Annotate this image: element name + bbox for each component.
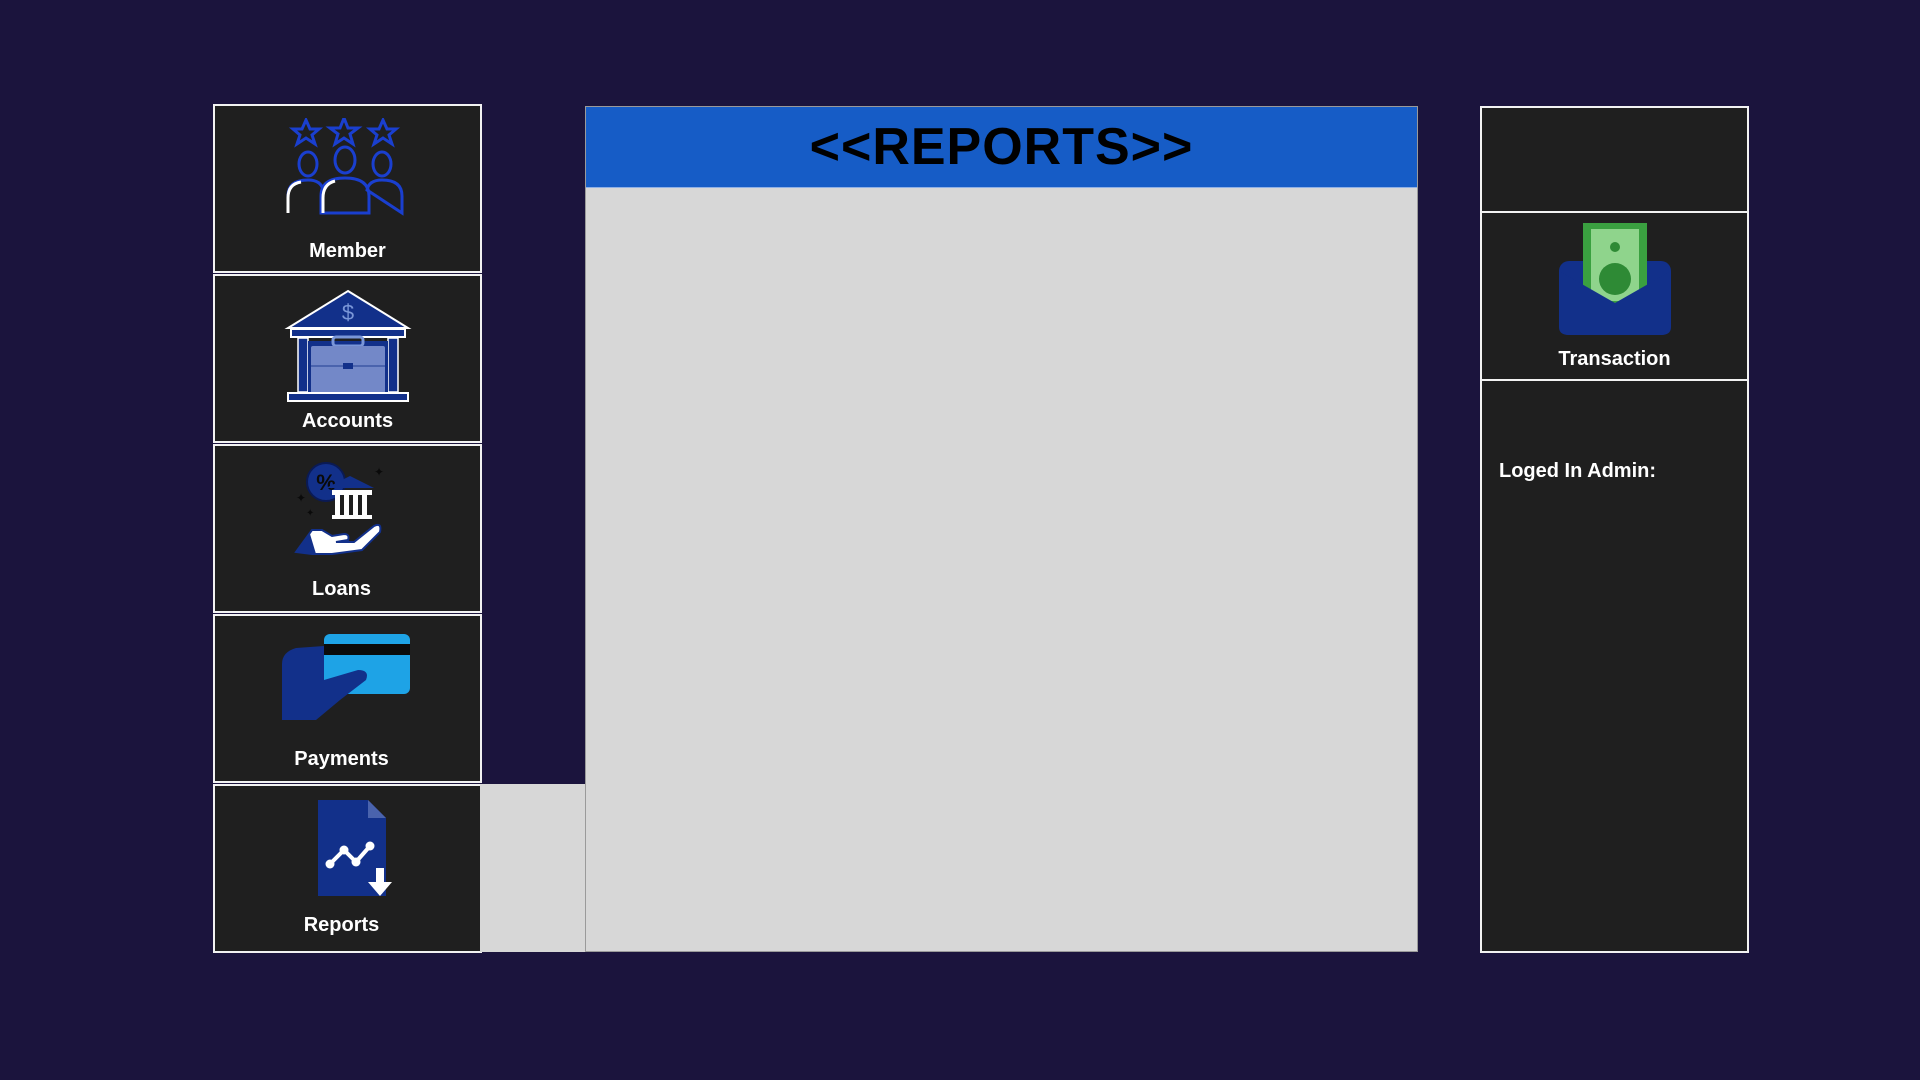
divider [1482,379,1747,381]
sidebar-item-reports[interactable]: Reports [213,784,482,953]
svg-text:✦: ✦ [296,491,306,505]
sidebar-item-label: Loans [312,578,371,600]
loan-hand-icon: % ✦ ✦ ✦ [293,462,384,555]
report-download-icon [317,800,392,896]
sidebar-item-payments[interactable]: Payments [213,614,482,783]
svg-text:$: $ [341,300,353,325]
reports-header: <<REPORTS>> [586,107,1417,188]
logged-in-admin-label: Loged In Admin: [1499,460,1657,482]
right-panel: Transaction Loged In Admin: [1480,106,1749,953]
sidebar-item-loans[interactable]: % ✦ ✦ ✦ Loans [213,444,482,613]
member-group-icon [286,118,403,216]
transaction-button[interactable]: Transaction [1482,213,1747,379]
transaction-label: Transaction [1558,348,1671,370]
page-title: <<REPORTS>> [809,118,1194,176]
svg-text:✦: ✦ [306,508,314,519]
sidebar-item-member[interactable]: Member [213,104,482,273]
sidebar-item-label: Payments [294,748,389,770]
bank-briefcase-icon: $ [283,289,412,402]
money-envelope-icon [1558,223,1671,335]
sidebar-item-label: Reports [303,914,380,936]
card-payment-icon [281,634,410,720]
content-connector [480,784,592,952]
sidebar-item-label: Member [309,240,386,262]
reports-panel: <<REPORTS>> [585,106,1418,952]
svg-text:✦: ✦ [374,465,384,479]
sidebar-item-accounts[interactable]: $ Accounts [213,274,482,443]
sidebar-item-label: Accounts [301,410,394,432]
